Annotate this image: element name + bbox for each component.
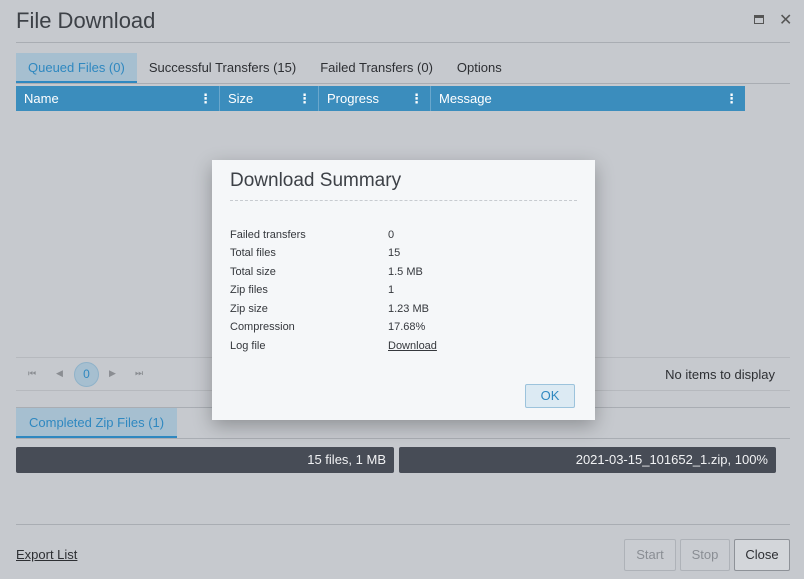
tab-completed-zip-files[interactable]: Completed Zip Files (1) (16, 408, 178, 438)
summary-value: 15 (388, 247, 401, 259)
summary-label: Compression (230, 321, 295, 333)
first-page-icon[interactable]: ⏮ (28, 368, 36, 379)
column-label: Size (228, 91, 254, 106)
summary-label: Failed transfers (230, 229, 306, 241)
zip-row-archive[interactable]: 2021-03-15_101652_1.zip, 100% (399, 447, 776, 473)
summary-label: Zip files (230, 284, 268, 296)
maximize-icon[interactable] (754, 15, 764, 24)
download-summary-dialog: Download Summary Failed transfers 0 Tota… (212, 160, 595, 420)
tab-divider (16, 83, 790, 84)
grid-header: Name ⋮ Size ⋮ Progress ⋮ Message ⋮ (16, 86, 745, 111)
column-menu-icon[interactable]: ⋮ (725, 86, 738, 111)
tab-queued-files[interactable]: Queued Files (0) (16, 53, 137, 83)
summary-value: 1.23 MB (388, 303, 429, 315)
column-header-size[interactable]: Size ⋮ (220, 86, 319, 111)
column-label: Message (439, 91, 492, 106)
close-button[interactable]: Close (734, 539, 790, 571)
pager-status: No items to display (665, 367, 775, 382)
summary-label: Zip size (230, 303, 268, 315)
column-menu-icon[interactable]: ⋮ (410, 86, 423, 111)
column-label: Name (24, 91, 59, 106)
tab-bar: Queued Files (0) Successful Transfers (1… (16, 53, 514, 83)
start-button[interactable]: Start (624, 539, 676, 571)
previous-page-icon[interactable]: ◀ (56, 368, 63, 379)
summary-value: 1 (388, 284, 395, 296)
current-page-number[interactable]: 0 (74, 362, 99, 387)
title-divider (16, 42, 790, 43)
close-icon[interactable]: ✕ (779, 10, 792, 30)
footer-divider (16, 524, 790, 525)
stop-button[interactable]: Stop (680, 539, 730, 571)
last-page-icon[interactable]: ⏭ (135, 368, 143, 379)
tab-failed-transfers[interactable]: Failed Transfers (0) (308, 53, 445, 83)
zip-row-files: 15 files, 1 MB (16, 447, 394, 473)
column-menu-icon[interactable]: ⋮ (199, 86, 212, 111)
next-page-icon[interactable]: ▶ (109, 368, 116, 379)
zip-tab-divider-bottom (16, 438, 790, 439)
column-header-progress[interactable]: Progress ⋮ (319, 86, 431, 111)
summary-label: Total files (230, 247, 276, 259)
dialog-divider (230, 200, 577, 201)
summary-value: 1.5 MB (388, 266, 423, 278)
window-title: File Download (16, 8, 156, 33)
summary-label: Log file (230, 340, 266, 352)
ok-button[interactable]: OK (525, 384, 575, 408)
column-header-name[interactable]: Name ⋮ (16, 86, 220, 111)
column-header-message[interactable]: Message ⋮ (431, 86, 745, 111)
column-menu-icon[interactable]: ⋮ (298, 86, 311, 111)
tab-options[interactable]: Options (445, 53, 514, 83)
column-label: Progress (327, 91, 380, 106)
dialog-title: Download Summary (230, 170, 402, 191)
tab-successful-transfers[interactable]: Successful Transfers (15) (137, 53, 308, 83)
summary-value: 0 (388, 229, 395, 241)
export-list-link[interactable]: Export List (16, 547, 77, 562)
log-file-download-link[interactable]: Download (388, 339, 437, 353)
summary-label: Total size (230, 266, 276, 278)
summary-value: 17.68% (388, 321, 426, 333)
